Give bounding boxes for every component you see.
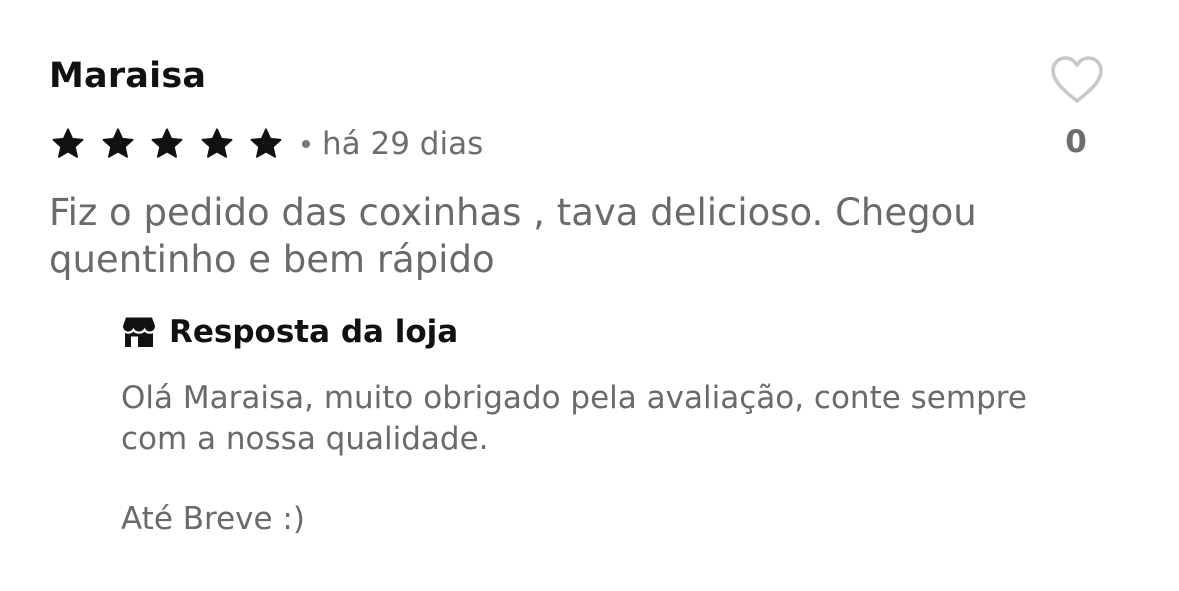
reply-title: Resposta da loja bbox=[169, 314, 459, 350]
review-date: há 29 dias bbox=[322, 126, 484, 162]
reply-closing: Até Breve :) bbox=[121, 501, 305, 537]
rating-row: há 29 dias bbox=[50, 122, 483, 166]
star-rating bbox=[50, 126, 284, 162]
review-card: Maraisa há 29 dias 0 Fiz o pedido das co… bbox=[0, 0, 1179, 591]
reply-header: Resposta da loja bbox=[121, 310, 1101, 354]
store-icon bbox=[121, 314, 157, 350]
store-reply: Resposta da loja Olá Maraisa, muito obri… bbox=[121, 310, 1101, 540]
star-icon bbox=[100, 126, 136, 162]
star-icon bbox=[149, 126, 185, 162]
star-icon bbox=[50, 126, 86, 162]
star-icon bbox=[248, 126, 284, 162]
star-icon bbox=[199, 126, 235, 162]
like-button[interactable] bbox=[1049, 54, 1105, 106]
review-author: Maraisa bbox=[49, 56, 207, 96]
heart-outline-icon bbox=[1049, 54, 1105, 106]
like-count: 0 bbox=[1065, 124, 1087, 160]
review-text: Fiz o pedido das coxinhas , tava delicio… bbox=[49, 191, 977, 281]
reply-text: Olá Maraisa, muito obrigado pela avaliaç… bbox=[121, 380, 1027, 457]
separator-dot bbox=[302, 140, 310, 148]
